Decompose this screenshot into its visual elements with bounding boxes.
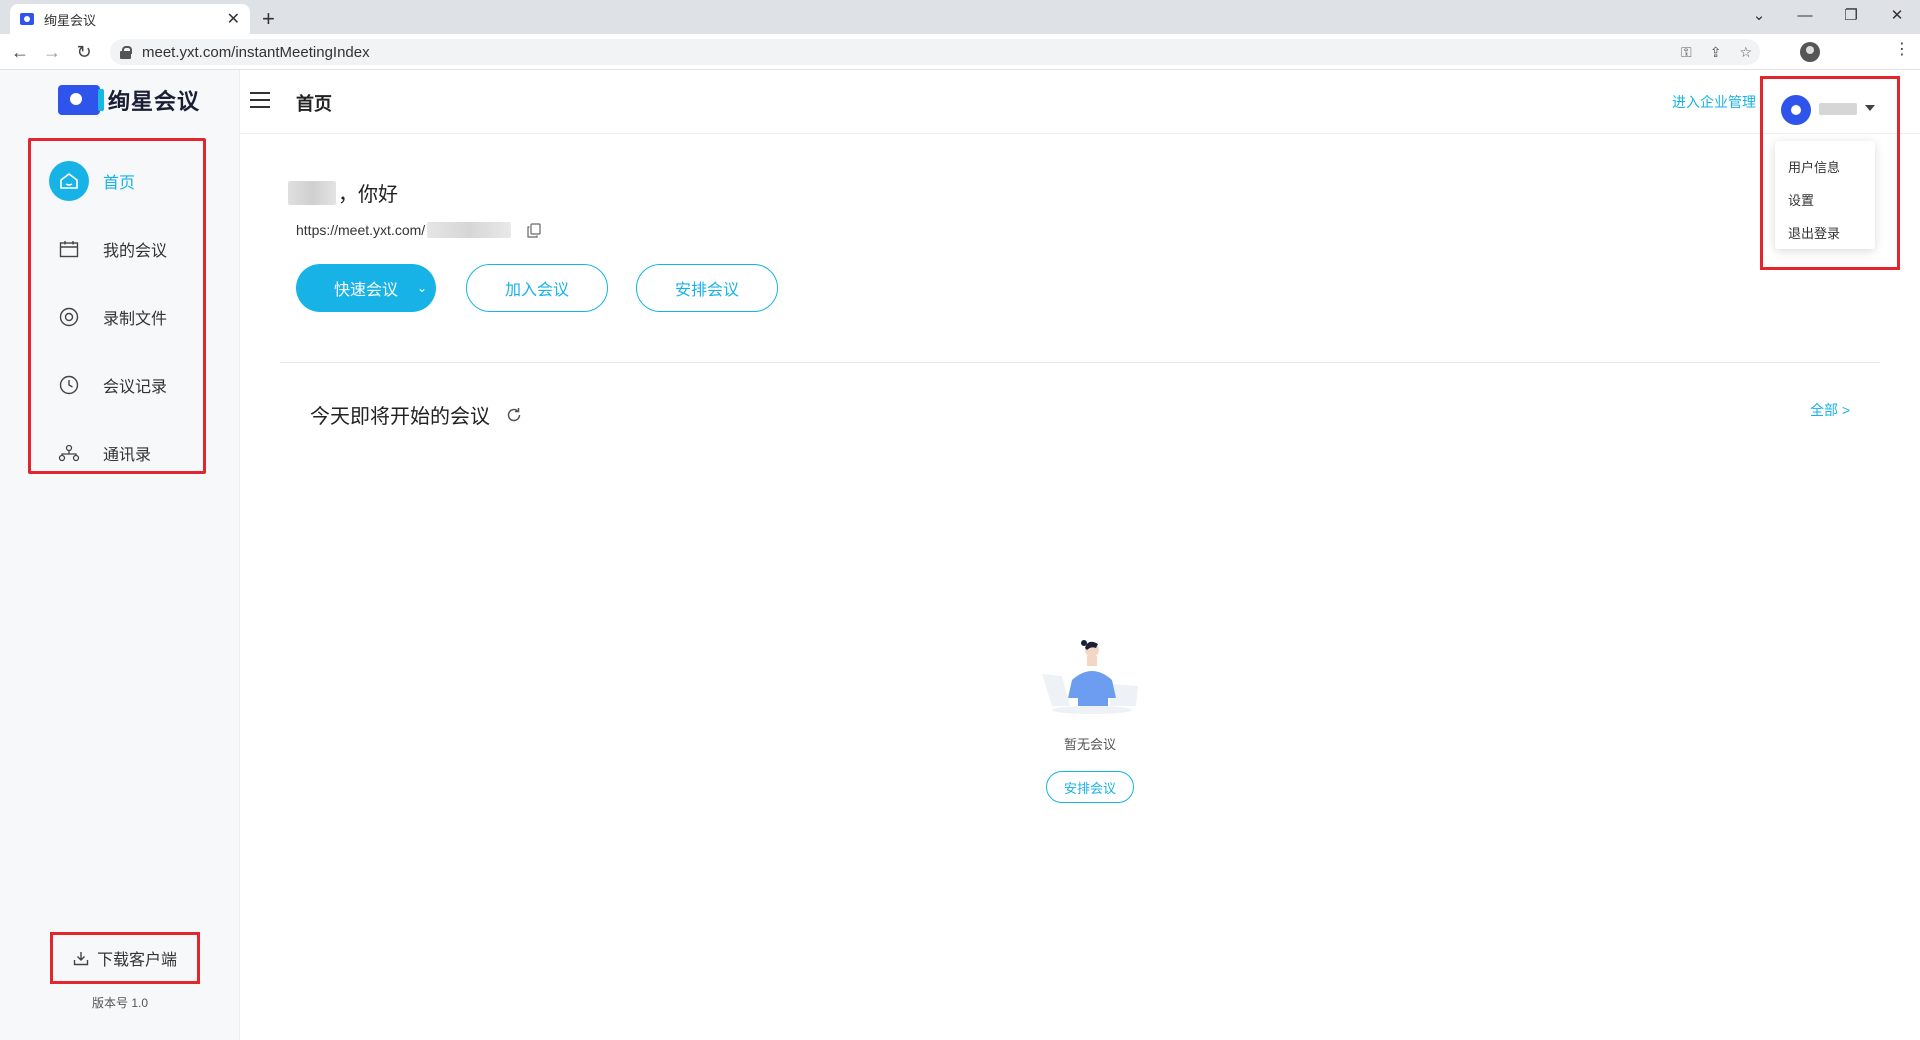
key-icon[interactable]: ⚿	[1681, 44, 1692, 61]
user-menu-area: 用户信息 设置 退出登录	[1760, 76, 1900, 270]
menu-toggle-icon[interactable]	[250, 92, 270, 108]
sidebar-item-recordings[interactable]: 录制文件	[31, 283, 203, 351]
meeting-link-redacted	[427, 222, 512, 238]
download-client-button[interactable]: 下载客户端	[50, 932, 200, 984]
browser-menu-icon[interactable]: ⋮	[1894, 42, 1910, 58]
favicon-icon	[20, 13, 34, 25]
version-text: 版本号 1.0	[91, 996, 149, 1010]
sidebar-item-my-meetings[interactable]: 我的会议	[31, 215, 203, 283]
profile-icon[interactable]	[1800, 42, 1820, 62]
clock-icon	[49, 365, 89, 405]
user-name-redacted	[1819, 103, 1857, 115]
browser-tab[interactable]: 绚星会议 ✕	[10, 4, 250, 34]
download-label: 下载客户端	[96, 952, 177, 969]
tab-close-icon[interactable]: ✕	[227, 9, 240, 29]
empty-schedule-button[interactable]: 安排会议	[1046, 771, 1134, 803]
sidebar-item-contacts[interactable]: 通讯录	[31, 419, 203, 487]
empty-state: 暂无会议 安排会议	[1020, 640, 1160, 803]
section-title-text: 今天即将开始的会议	[310, 406, 490, 428]
user-name-redacted	[288, 180, 336, 205]
url-text: meet.yxt.com/instantMeetingIndex	[142, 43, 370, 61]
copy-icon[interactable]	[527, 222, 541, 238]
top-bar: 首页 进入企业管理	[240, 70, 1920, 134]
browser-tabstrip: 绚星会议 ✕ + ⌄ — ❐ ✕	[0, 0, 1920, 34]
record-icon	[49, 297, 89, 337]
chevron-down-icon[interactable]: ⌄	[408, 264, 436, 312]
browser-toolbar: ← → ↻ meet.yxt.com/instantMeetingIndex ⚿…	[0, 34, 1920, 70]
omnibox-actions: ⚿ ⇪ ☆	[1681, 39, 1752, 65]
reload-icon[interactable]: ↻	[72, 40, 96, 64]
main-content: 首页 进入企业管理 用户信息 设置 退出登录 ，你好 https://meet.…	[240, 70, 1920, 1040]
tab-title: 绚星会议	[44, 12, 97, 28]
app: 绚星会议 首页 我的会议 录制文件 会议记录 通讯录 下载客户端 版本号 1.0…	[0, 70, 1920, 1040]
menu-item-settings[interactable]: 设置	[1775, 184, 1875, 217]
bookmark-star-icon[interactable]: ☆	[1739, 44, 1752, 61]
sidebar-item-label: 通讯录	[103, 447, 152, 464]
page-title: 首页	[296, 94, 332, 114]
schedule-meeting-button[interactable]: 安排会议	[636, 264, 778, 312]
quick-meeting-button[interactable]: 快速会议 ⌄	[296, 264, 436, 312]
minimize-button[interactable]: —	[1782, 0, 1828, 30]
calendar-icon	[49, 229, 89, 269]
address-bar[interactable]: meet.yxt.com/instantMeetingIndex ⚿ ⇪ ☆	[110, 39, 1760, 65]
quick-meeting-label: 快速会议	[334, 282, 399, 299]
sidebar-item-home[interactable]: 首页	[31, 147, 203, 215]
new-tab-button[interactable]: +	[262, 6, 275, 32]
user-dropdown: 用户信息 设置 退出登录	[1775, 141, 1875, 249]
sidebar-item-label: 首页	[103, 175, 136, 192]
sidebar-item-meeting-history[interactable]: 会议记录	[31, 351, 203, 419]
back-icon[interactable]: ←	[8, 40, 32, 64]
enterprise-admin-link[interactable]: 进入企业管理	[1672, 92, 1756, 112]
contacts-icon	[49, 433, 89, 473]
restore-button[interactable]: ❐	[1828, 0, 1874, 30]
upcoming-meetings-title: 今天即将开始的会议	[310, 400, 522, 429]
share-icon[interactable]: ⇪	[1710, 44, 1722, 61]
tab-search-icon[interactable]: ⌄	[1736, 0, 1782, 30]
meeting-actions: 快速会议 ⌄ 加入会议 安排会议	[296, 264, 778, 312]
download-icon	[73, 952, 89, 966]
empty-meeting-illustration	[1042, 640, 1138, 714]
join-meeting-button[interactable]: 加入会议	[466, 264, 608, 312]
menu-item-user-info[interactable]: 用户信息	[1775, 151, 1875, 184]
greeting: ，你好	[288, 178, 398, 207]
sidebar-item-label: 会议记录	[103, 379, 168, 396]
avatar[interactable]	[1781, 95, 1811, 125]
chevron-down-icon[interactable]	[1865, 105, 1875, 111]
menu-item-logout[interactable]: 退出登录	[1775, 217, 1875, 250]
sidebar-item-label: 我的会议	[103, 243, 168, 260]
forward-icon[interactable]: →	[40, 40, 64, 64]
logo-text: 绚星会议	[108, 89, 201, 114]
logo-icon	[58, 85, 104, 115]
greeting-text: ，你好	[338, 184, 398, 206]
home-icon	[49, 161, 89, 201]
personal-meeting-link: https://meet.yxt.com/	[296, 222, 541, 238]
window-controls: ⌄ — ❐ ✕	[1736, 0, 1920, 30]
sidebar-item-label: 录制文件	[103, 311, 168, 328]
refresh-icon[interactable]	[506, 407, 522, 423]
empty-text: 暂无会议	[1063, 737, 1116, 752]
section-divider	[280, 362, 1880, 363]
close-window-button[interactable]: ✕	[1874, 0, 1920, 30]
app-logo[interactable]: 绚星会议	[58, 84, 200, 116]
meeting-link-prefix: https://meet.yxt.com/	[296, 222, 426, 238]
view-all-link[interactable]: 全部 >	[1810, 400, 1850, 420]
sidebar: 绚星会议 首页 我的会议 录制文件 会议记录 通讯录 下载客户端 版本号 1.0	[0, 70, 240, 1040]
sidebar-nav: 首页 我的会议 录制文件 会议记录 通讯录	[28, 138, 206, 474]
lock-icon	[120, 45, 132, 59]
